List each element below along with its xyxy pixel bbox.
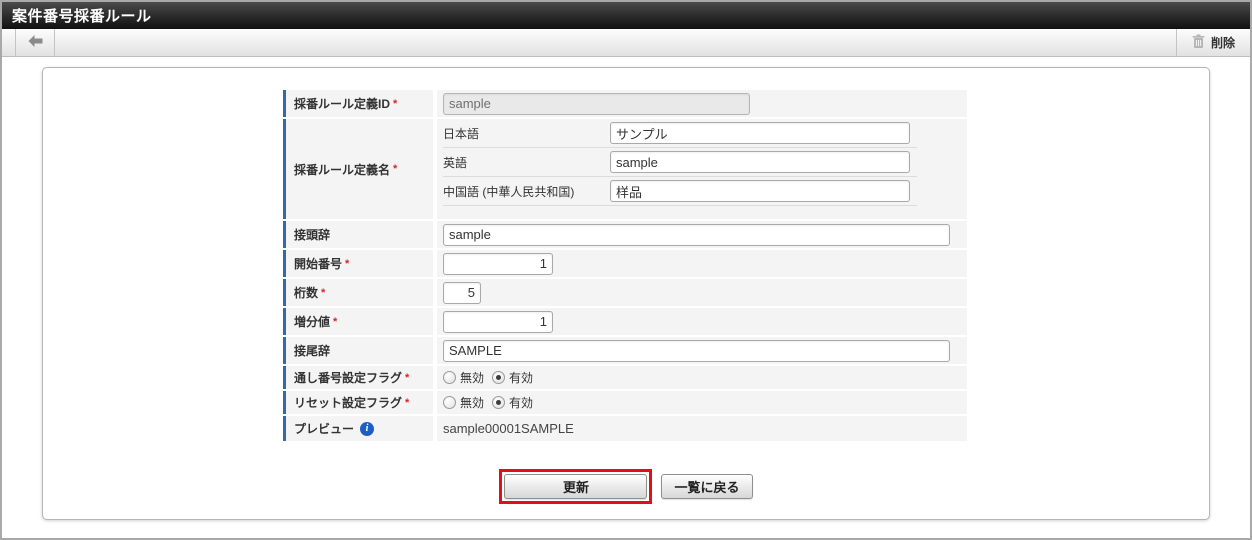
form-actions: 更新 一覧に戻る <box>43 469 1209 504</box>
preview-value: sample00001SAMPLE <box>443 421 574 436</box>
left-arrow-icon <box>27 34 44 51</box>
digits-field-cell <box>437 279 967 306</box>
form-row-reset-flag: リセット設定フラグ * 無効 有効 <box>283 391 967 414</box>
rule-name-field-cell: 日本語 英語 中国語 (中華人民共和国) <box>437 119 967 219</box>
rule-name-label: 採番ルール定義名 * <box>283 119 433 219</box>
serial-flag-option-disabled-label: 無効 <box>460 369 484 386</box>
rule-name-chinese-input[interactable] <box>610 180 910 202</box>
prefix-input[interactable] <box>443 224 950 246</box>
digits-label: 桁数 * <box>283 279 433 306</box>
locale-row-english: 英語 <box>443 148 917 177</box>
serial-flag-label: 通し番号設定フラグ * <box>283 366 433 389</box>
content-area: 採番ルール定義ID * 採番ルール定義名 * <box>2 57 1250 520</box>
locale-label-english: 英語 <box>443 154 610 171</box>
rule-name-locale-table: 日本語 英語 中国語 (中華人民共和国) <box>443 119 917 206</box>
serial-flag-radio-disabled[interactable] <box>443 371 456 384</box>
prefix-field-cell <box>437 221 967 248</box>
toolbar-spacer <box>55 29 1176 56</box>
required-marker: * <box>321 287 325 299</box>
start-number-field-cell <box>437 250 967 277</box>
prefix-label: 接頭辞 <box>283 221 433 248</box>
required-marker: * <box>405 397 409 409</box>
locale-label-japanese: 日本語 <box>443 125 610 142</box>
start-number-label: 開始番号 * <box>283 250 433 277</box>
delete-button[interactable]: 削除 <box>1177 29 1250 56</box>
preview-label: プレビュー i <box>283 416 433 441</box>
rule-name-japanese-input[interactable] <box>610 122 910 144</box>
reset-flag-radio-disabled[interactable] <box>443 396 456 409</box>
suffix-field-cell <box>437 337 967 364</box>
suffix-input[interactable] <box>443 340 950 362</box>
form-row-serial-flag: 通し番号設定フラグ * 無効 有効 <box>283 366 967 389</box>
form-row-rule-id: 採番ルール定義ID * <box>283 90 967 117</box>
required-marker: * <box>393 98 397 110</box>
suffix-label: 接尾辞 <box>283 337 433 364</box>
trash-icon <box>1192 34 1205 52</box>
form-row-increment: 増分値 * <box>283 308 967 335</box>
required-marker: * <box>345 258 349 270</box>
page-title-bar: 案件番号採番ルール <box>2 2 1250 29</box>
start-number-input[interactable] <box>443 253 553 275</box>
toolbar-lead-spacer <box>2 29 15 56</box>
update-button-highlight: 更新 <box>499 469 652 504</box>
form-row-start-number: 開始番号 * <box>283 250 967 277</box>
serial-flag-field-cell: 無効 有効 <box>437 366 967 389</box>
increment-input[interactable] <box>443 311 553 333</box>
form-row-preview: プレビュー i sample00001SAMPLE <box>283 416 967 441</box>
form-row-rule-name: 採番ルール定義名 * 日本語 英語 <box>283 119 967 219</box>
rule-id-field-cell <box>437 90 967 117</box>
update-button[interactable]: 更新 <box>504 474 647 499</box>
increment-field-cell <box>437 308 967 335</box>
increment-label: 増分値 * <box>283 308 433 335</box>
form-row-prefix: 接頭辞 <box>283 221 967 248</box>
required-marker: * <box>405 372 409 384</box>
reset-flag-option-enabled-label: 有効 <box>509 394 533 411</box>
rule-name-english-input[interactable] <box>610 151 910 173</box>
form-panel: 採番ルール定義ID * 採番ルール定義名 * <box>42 67 1210 520</box>
app-window: 案件番号採番ルール 削除 <box>0 0 1252 540</box>
digits-input[interactable] <box>443 282 481 304</box>
form-row-digits: 桁数 * <box>283 279 967 306</box>
info-icon[interactable]: i <box>360 422 374 436</box>
back-to-list-button[interactable]: 一覧に戻る <box>661 474 752 499</box>
page-title: 案件番号採番ルール <box>12 5 152 26</box>
rule-id-input <box>443 93 750 115</box>
locale-label-chinese: 中国語 (中華人民共和国) <box>443 183 610 200</box>
serial-flag-option-enabled-label: 有効 <box>509 369 533 386</box>
delete-button-label: 削除 <box>1211 34 1235 51</box>
rule-id-label: 採番ルール定義ID * <box>283 90 433 117</box>
form-row-suffix: 接尾辞 <box>283 337 967 364</box>
locale-row-chinese: 中国語 (中華人民共和国) <box>443 177 917 206</box>
serial-flag-radio-enabled[interactable] <box>492 371 505 384</box>
preview-field-cell: sample00001SAMPLE <box>437 416 967 441</box>
required-marker: * <box>393 163 397 175</box>
toolbar: 削除 <box>2 29 1250 57</box>
locale-row-japanese: 日本語 <box>443 119 917 148</box>
back-button[interactable] <box>16 29 54 56</box>
reset-flag-field-cell: 無効 有効 <box>437 391 967 414</box>
reset-flag-option-disabled-label: 無効 <box>460 394 484 411</box>
required-marker: * <box>333 316 337 328</box>
reset-flag-label: リセット設定フラグ * <box>283 391 433 414</box>
reset-flag-radio-enabled[interactable] <box>492 396 505 409</box>
numbering-rule-form: 採番ルール定義ID * 採番ルール定義名 * <box>283 90 967 441</box>
